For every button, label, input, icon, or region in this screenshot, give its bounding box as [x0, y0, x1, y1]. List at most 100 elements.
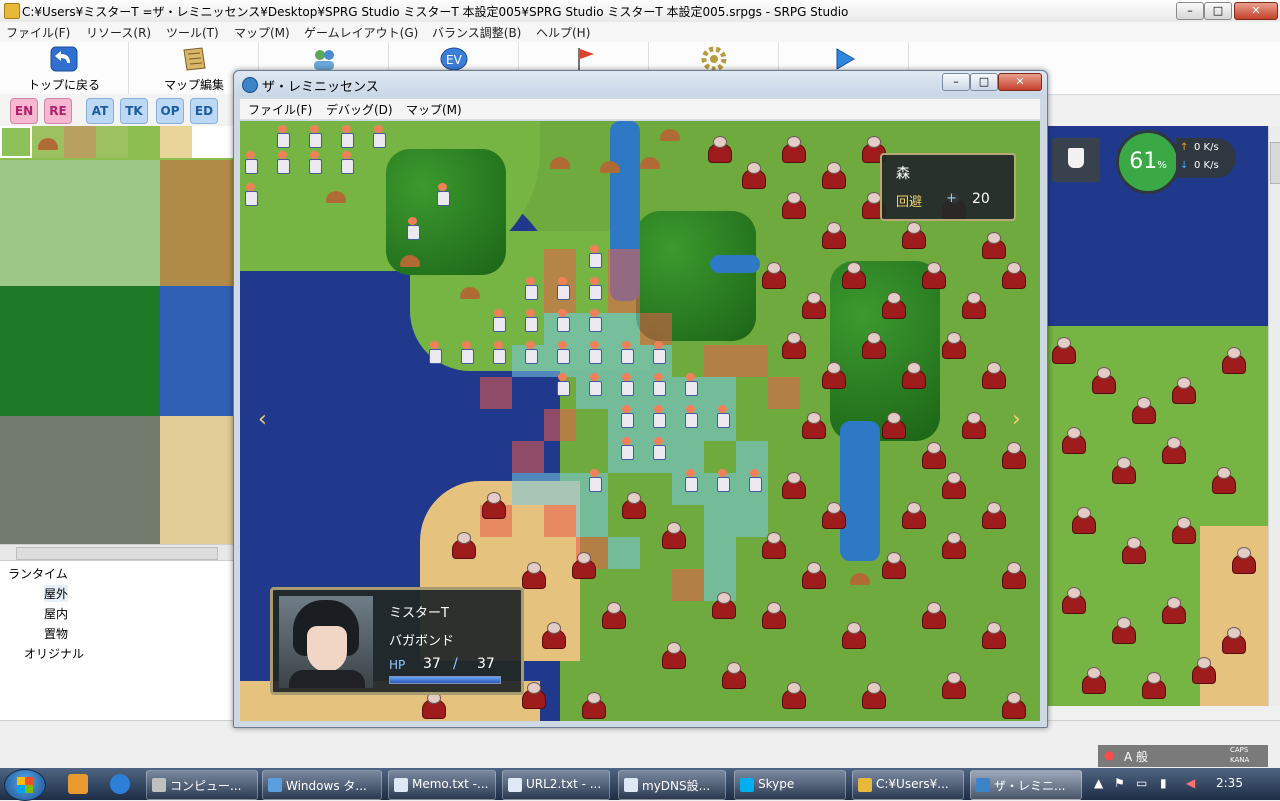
internet-explorer-icon[interactable]	[110, 774, 130, 794]
taskbar-task-5[interactable]: myDNS設...	[618, 770, 726, 800]
menu-map[interactable]: マップ(M)	[234, 24, 290, 41]
game-close-button[interactable]: ✕	[998, 73, 1042, 91]
back-to-top-label: トップに戻る	[27, 78, 100, 92]
taskbar-task-6[interactable]: Skype	[734, 770, 846, 800]
tile-selected[interactable]	[0, 126, 32, 158]
game-map-canvas[interactable]: ‹ › 森 回避 + 20 ミスターT バガボンド HP 37 / 37	[240, 121, 1040, 721]
scroll-right-arrow-icon[interactable]: ›	[1012, 407, 1021, 432]
action-center-flag-icon[interactable]: ⚑	[1114, 776, 1125, 790]
ime-toolbar[interactable]: ● A 般 CAPS KANA	[1098, 745, 1268, 767]
scroll-left-arrow-icon[interactable]: ‹	[258, 407, 267, 432]
srpg-app-icon	[4, 3, 20, 19]
tile-palette[interactable]	[0, 126, 234, 544]
task-app-icon	[976, 778, 990, 792]
task-app-icon	[624, 778, 638, 792]
caps-indicator: CAPS	[1230, 746, 1249, 754]
task-app-icon	[394, 778, 408, 792]
tree-original[interactable]: オリジナル	[24, 645, 84, 662]
close-button[interactable]: ✕	[1234, 2, 1278, 20]
layer-en-button[interactable]: EN	[10, 98, 38, 124]
taskbar-task-1[interactable]: コンピュー...	[146, 770, 258, 800]
game-minimize-button[interactable]: –	[942, 73, 970, 91]
game-menu-map[interactable]: マップ(M)	[406, 101, 462, 118]
ime-mode[interactable]: A 般	[1124, 748, 1148, 765]
tile-sand-block[interactable]	[160, 416, 234, 544]
menu-game-layout[interactable]: ゲームレイアウト(G)	[304, 24, 418, 41]
taskbar-clock[interactable]: 2:35	[1216, 776, 1243, 790]
taskbar-task-3[interactable]: Memo.txt -...	[388, 770, 496, 800]
media-player-icon[interactable]	[68, 774, 88, 794]
terrain-avoid-label: 回避	[896, 195, 923, 210]
network-monitor-widget: 61% ↑ 0 K/s ↓ 0 K/s	[1052, 130, 1236, 194]
tree-outdoor[interactable]: 屋外	[44, 585, 69, 602]
tree-objects[interactable]: 置物	[44, 625, 68, 642]
tile-empty	[192, 126, 234, 158]
tree-indoor[interactable]: 屋内	[44, 605, 68, 622]
task-app-icon	[740, 778, 754, 792]
unit-class: バガボンド	[389, 634, 455, 649]
hp-bar-fill	[390, 677, 500, 683]
unit-portrait	[279, 596, 373, 688]
hp-current: 37	[423, 656, 441, 672]
menu-help[interactable]: ヘルプ(H)	[536, 24, 590, 41]
menu-resource[interactable]: リソース(R)	[86, 24, 151, 41]
memory-percent-unit: %	[1157, 160, 1167, 171]
game-menu-debug[interactable]: デバッグ(D)	[326, 101, 393, 118]
tile-palm[interactable]	[160, 126, 192, 158]
task-label: コンピュー...	[170, 779, 242, 793]
taskbar-task-2[interactable]: Windows タ...	[262, 770, 382, 800]
start-button[interactable]	[4, 769, 46, 801]
unit-info-panel: ミスターT バガボンド HP 37 / 37	[270, 587, 524, 695]
task-app-icon	[508, 778, 522, 792]
layer-ed-button[interactable]: ED	[190, 98, 218, 124]
tile-water-block[interactable]	[160, 286, 234, 416]
task-label: Windows タ...	[286, 779, 367, 793]
layer-tk-button[interactable]: TK	[120, 98, 148, 124]
download-speed: 0 K/s	[1194, 160, 1219, 171]
network-signal-icon[interactable]: ▮	[1160, 776, 1167, 790]
tile-meadow-block[interactable]	[0, 160, 160, 286]
display-icon[interactable]: ▭	[1136, 776, 1147, 790]
task-label: myDNS設...	[642, 779, 711, 793]
tile-forest-block[interactable]	[0, 286, 160, 416]
event-icon: EV	[440, 46, 468, 72]
game-maximize-button[interactable]: □	[970, 73, 998, 91]
maximize-button[interactable]: □	[1204, 2, 1232, 20]
game-window-title: ザ・レミニッセンス	[262, 80, 379, 95]
tree-runtime[interactable]: ランタイム	[8, 565, 68, 582]
volume-muted-icon[interactable]: ◀	[1186, 776, 1195, 790]
tile-hill[interactable]	[32, 126, 64, 158]
taskbar-task-8[interactable]: ザ・レミニ...	[970, 770, 1082, 800]
menu-balance[interactable]: バランス調整(B)	[432, 24, 521, 41]
layer-re-button[interactable]: RE	[44, 98, 72, 124]
upload-arrow-icon: ↑	[1180, 142, 1189, 153]
ime-flag-icon: ●	[1104, 748, 1115, 762]
game-menu-file[interactable]: ファイル(F)	[248, 101, 312, 118]
hp-label: HP	[389, 658, 406, 672]
menu-file[interactable]: ファイル(F)	[6, 24, 70, 41]
back-to-top-button[interactable]: トップに戻る	[0, 42, 129, 94]
task-label: ザ・レミニ...	[994, 779, 1066, 793]
taskbar-task-4[interactable]: URL2.txt - ...	[502, 770, 610, 800]
tile-mountain-block[interactable]	[0, 416, 160, 544]
menu-tool[interactable]: ツール(T)	[166, 24, 219, 41]
game-title-bar: ザ・レミニッセンス – □ ✕	[234, 71, 1047, 97]
editor-vertical-scrollbar[interactable]	[1268, 126, 1280, 706]
terrain-avoid-value: 20	[972, 191, 990, 207]
terrain-info-panel: 森 回避 + 20	[880, 153, 1016, 221]
minimize-button[interactable]: –	[1176, 2, 1204, 20]
tile-dirt[interactable]	[64, 126, 96, 158]
game-app-icon	[242, 77, 258, 93]
layer-op-button[interactable]: OP	[156, 98, 184, 124]
palette-scrollbar[interactable]	[0, 544, 234, 561]
svg-text:EV: EV	[446, 53, 463, 67]
layer-at-button[interactable]: AT	[86, 98, 114, 124]
tray-expand-icon[interactable]: ▲	[1094, 776, 1103, 790]
tile-flower[interactable]	[96, 126, 128, 158]
tile-dirt-block[interactable]	[160, 160, 234, 286]
kana-indicator: KANA	[1230, 756, 1250, 764]
editor-map-view[interactable]	[1040, 126, 1268, 706]
taskbar-task-7[interactable]: C:¥Users¥...	[852, 770, 964, 800]
game-window: ザ・レミニッセンス – □ ✕ ファイル(F) デバッグ(D) マップ(M) ‹…	[233, 70, 1048, 728]
layer-button-bar: EN RE AT TK OP ED	[0, 94, 234, 126]
